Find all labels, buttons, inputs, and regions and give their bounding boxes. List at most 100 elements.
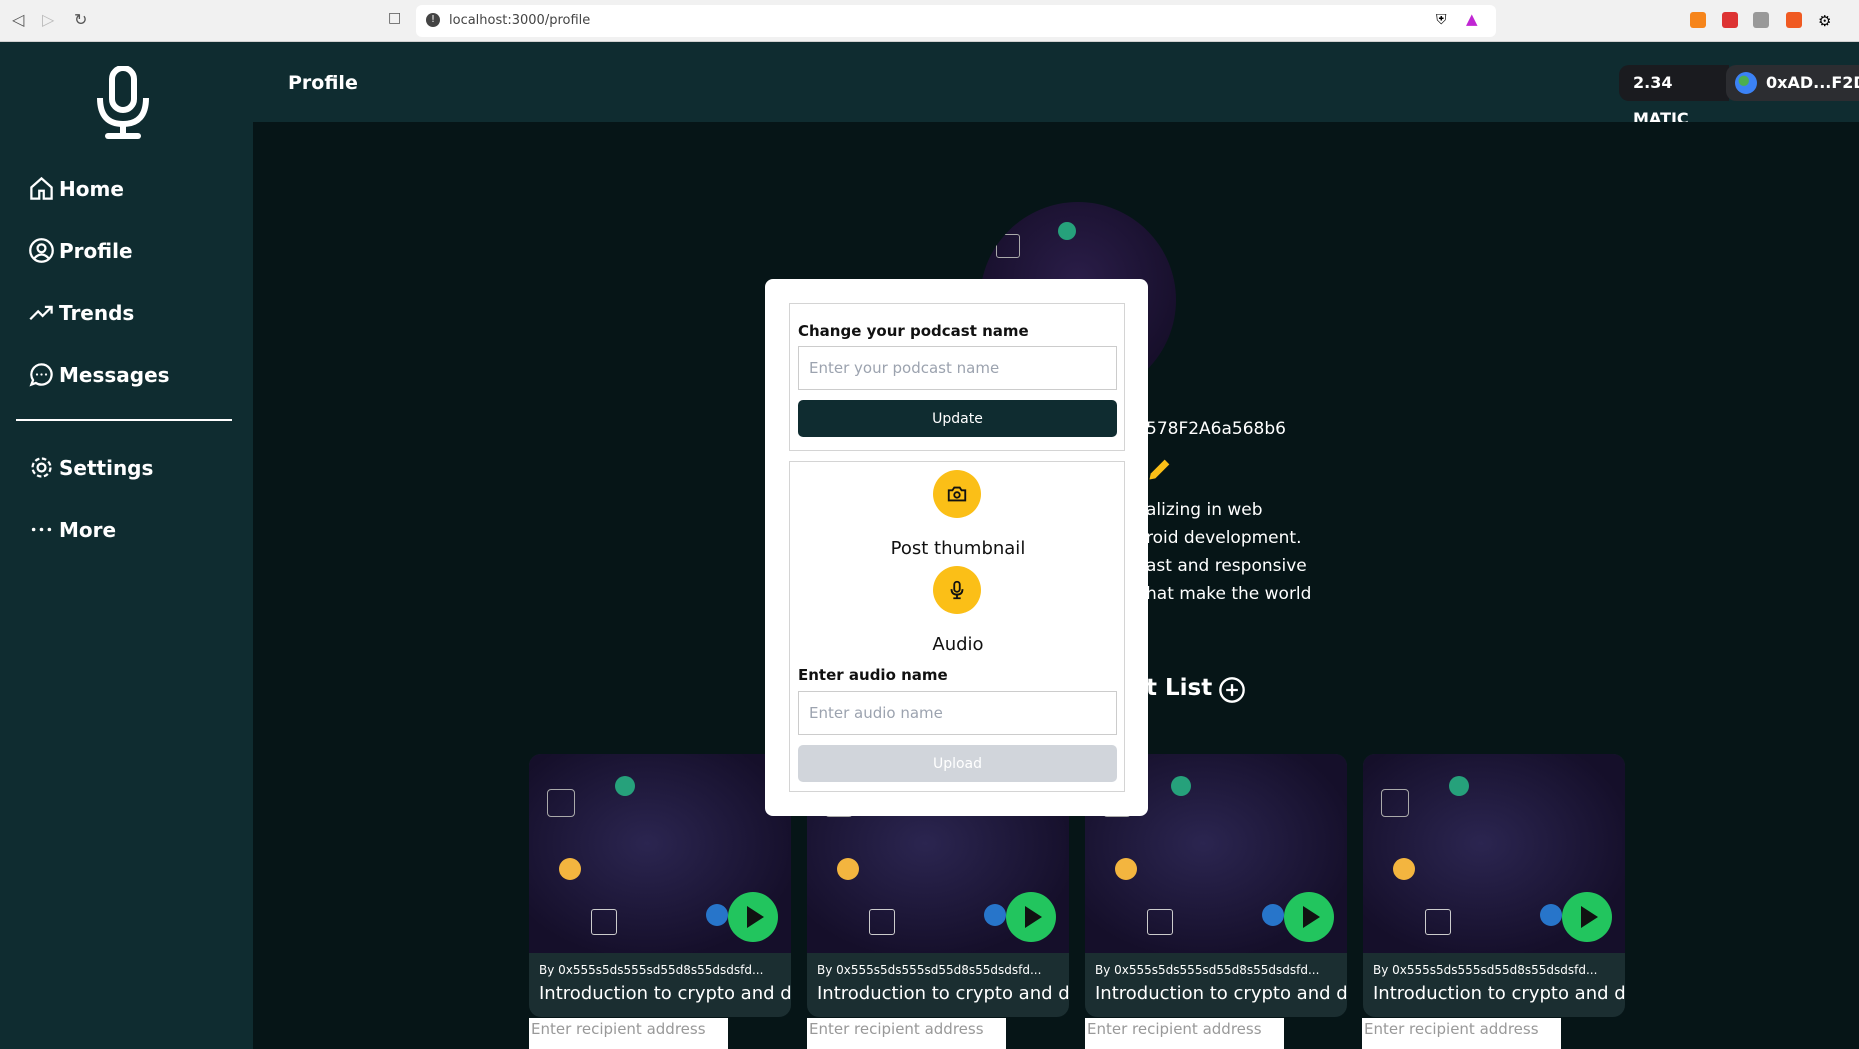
sidebar-item-more[interactable]: More bbox=[28, 516, 116, 543]
balance-badge[interactable]: 2.34 MATIC bbox=[1619, 65, 1729, 128]
tether-coin-icon bbox=[1171, 776, 1191, 796]
podcast-title: Introduction to crypto and defi bbox=[1095, 983, 1347, 1004]
tether-coin-icon bbox=[1058, 222, 1076, 240]
play-button[interactable] bbox=[1284, 892, 1334, 942]
audio-name-label: Enter audio name bbox=[798, 666, 948, 684]
podcast-thumbnail bbox=[1363, 754, 1625, 953]
usdc-coin-icon bbox=[706, 904, 728, 926]
sidebar-item-messages[interactable]: Messages bbox=[28, 361, 170, 388]
audio-label: Audio bbox=[932, 634, 984, 655]
profile-bio: alizing in web roid development. ast and… bbox=[1146, 496, 1311, 608]
bio-line: roid development. bbox=[1146, 528, 1302, 548]
podcast-title: Introduction to crypto and defi bbox=[817, 983, 1069, 1004]
extension-icon[interactable] bbox=[1786, 12, 1802, 28]
coin-icon bbox=[1115, 858, 1137, 880]
podcast-card[interactable]: By 0x555s5ds555sd55d8s55dsdsfd... Introd… bbox=[1363, 754, 1625, 1017]
sidebar-item-label: Profile bbox=[59, 238, 133, 263]
wallet-address-text: 578F2A6a568b6 bbox=[1146, 419, 1286, 439]
recipient-address-input[interactable]: Enter recipient address bbox=[1085, 1018, 1284, 1049]
usdc-coin-icon bbox=[984, 904, 1006, 926]
bookmark-icon[interactable]: □ bbox=[388, 10, 401, 26]
audio-upload-button[interactable] bbox=[933, 566, 981, 614]
podcast-card[interactable]: By 0x555s5ds555sd55d8s55dsdsfd... Introd… bbox=[529, 754, 791, 1017]
podcast-list-heading: t List bbox=[1146, 675, 1213, 701]
back-icon[interactable]: ◁ bbox=[12, 10, 24, 29]
trending-up-icon bbox=[29, 305, 53, 321]
app-header: Profile 2.34 MATIC 0xAD...F2D3 bbox=[253, 42, 1859, 128]
coin-icon bbox=[837, 858, 859, 880]
reload-icon[interactable]: ↻ bbox=[74, 10, 87, 29]
sidebar-item-label: Messages bbox=[59, 362, 170, 387]
podcast-name-section: Change your podcast name Update bbox=[789, 303, 1125, 451]
podcast-name-label: Change your podcast name bbox=[798, 322, 1029, 340]
tether-coin-icon bbox=[1449, 776, 1469, 796]
sidebar-item-settings[interactable]: Settings bbox=[28, 454, 153, 481]
coin-icon bbox=[559, 858, 581, 880]
recipient-address-input[interactable]: Enter recipient address bbox=[807, 1018, 1006, 1049]
wallet-address: 0xAD...F2D3 bbox=[1766, 73, 1859, 92]
chart-icon bbox=[547, 789, 575, 817]
microphone-logo-icon bbox=[97, 66, 149, 139]
camera-icon bbox=[947, 486, 967, 502]
podcast-thumbnail bbox=[529, 754, 791, 953]
upload-button[interactable]: Upload bbox=[798, 745, 1117, 782]
sidebar-item-trends[interactable]: Trends bbox=[28, 299, 134, 326]
url-text: localhost:3000/profile bbox=[449, 13, 591, 28]
sidebar-item-label: Settings bbox=[59, 455, 154, 480]
play-button[interactable] bbox=[1006, 892, 1056, 942]
podcast-author: By 0x555s5ds555sd55d8s55dsdsfd... bbox=[1373, 963, 1598, 977]
sidebar-item-label: More bbox=[59, 517, 117, 542]
sidebar-item-label: Trends bbox=[59, 300, 135, 325]
home-icon bbox=[30, 176, 53, 200]
play-button[interactable] bbox=[1562, 892, 1612, 942]
play-button[interactable] bbox=[728, 892, 778, 942]
brave-shield-icon[interactable]: ⛨ bbox=[1436, 12, 1447, 28]
edit-pencil-icon[interactable] bbox=[1146, 455, 1174, 483]
podcast-name-input[interactable] bbox=[798, 346, 1117, 390]
search-icon bbox=[1425, 909, 1451, 935]
thumbnail-upload-button[interactable] bbox=[933, 470, 981, 518]
chart-icon bbox=[996, 234, 1020, 258]
podcast-author: By 0x555s5ds555sd55d8s55dsdsfd... bbox=[1095, 963, 1320, 977]
globe-avatar-icon bbox=[1735, 72, 1757, 94]
audio-name-input[interactable] bbox=[798, 691, 1117, 735]
bio-line: ast and responsive bbox=[1146, 556, 1307, 576]
gear-icon bbox=[31, 457, 52, 478]
extension-icon[interactable] bbox=[1753, 12, 1769, 28]
forward-icon[interactable]: ▷ bbox=[42, 10, 54, 29]
metamask-extension-icon[interactable] bbox=[1690, 12, 1706, 28]
microphone-icon bbox=[950, 580, 964, 600]
update-button[interactable]: Update bbox=[798, 400, 1117, 437]
search-icon bbox=[1147, 909, 1173, 935]
ellipsis-icon bbox=[31, 527, 52, 532]
wallet-button[interactable]: 0xAD...F2D3 bbox=[1726, 65, 1859, 101]
sidebar-item-profile[interactable]: Profile bbox=[28, 237, 133, 264]
recipient-address-input[interactable]: Enter recipient address bbox=[1362, 1018, 1561, 1049]
tether-coin-icon bbox=[615, 776, 635, 796]
bio-line: alizing in web bbox=[1146, 500, 1263, 520]
extension-icon[interactable] bbox=[1722, 12, 1738, 28]
brave-rewards-icon[interactable]: ▲ bbox=[1466, 10, 1478, 28]
podcast-title: Introduction to crypto and defi bbox=[539, 983, 791, 1004]
browser-toolbar: ◁ ▷ ↻ □ ! localhost:3000/profile ⛨ ▲ ⚙ bbox=[0, 0, 1859, 42]
edit-podcast-modal: Change your podcast name Update Post thu… bbox=[765, 279, 1148, 816]
add-circle-icon[interactable] bbox=[1218, 676, 1246, 704]
usdc-coin-icon bbox=[1262, 904, 1284, 926]
sidebar-item-home[interactable]: Home bbox=[28, 175, 124, 202]
upload-section: Post thumbnail Audio Enter audio name Up… bbox=[789, 461, 1125, 792]
address-bar[interactable]: ! localhost:3000/profile ⛨ ▲ bbox=[416, 5, 1496, 37]
recipient-address-input[interactable]: Enter recipient address bbox=[529, 1018, 728, 1049]
thumbnail-label: Post thumbnail bbox=[890, 538, 1026, 559]
sidebar-item-label: Home bbox=[59, 176, 124, 201]
search-icon bbox=[869, 909, 895, 935]
info-icon[interactable]: ! bbox=[426, 13, 440, 27]
chart-icon bbox=[1381, 789, 1409, 817]
podcast-author: By 0x555s5ds555sd55d8s55dsdsfd... bbox=[817, 963, 1042, 977]
podcast-author: By 0x555s5ds555sd55d8s55dsdsfd... bbox=[539, 963, 764, 977]
sidebar-divider bbox=[16, 419, 232, 421]
podcast-title: Introduction to crypto and defi bbox=[1373, 983, 1625, 1004]
chat-bubble-icon bbox=[29, 363, 53, 387]
puzzle-icon[interactable]: ⚙ bbox=[1818, 12, 1834, 30]
search-icon bbox=[591, 909, 617, 935]
coin-icon bbox=[1393, 858, 1415, 880]
